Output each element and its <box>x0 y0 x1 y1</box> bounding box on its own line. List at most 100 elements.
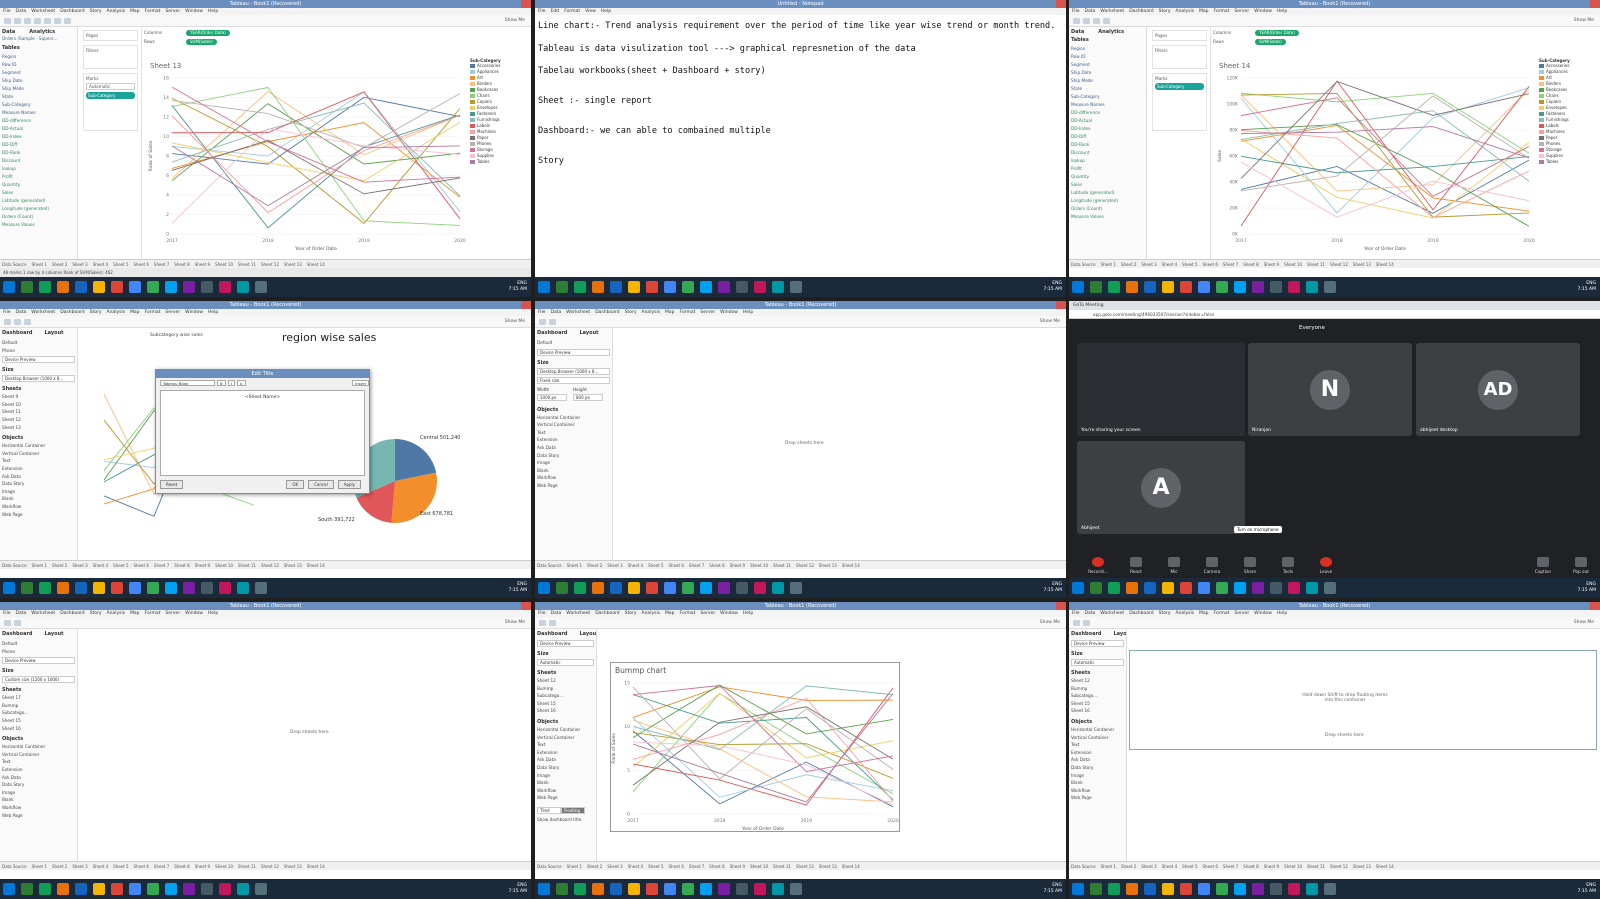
field-item[interactable]: Text <box>1071 741 1124 749</box>
sheet-tab[interactable]: Sheet 14 <box>307 262 325 267</box>
sheet-tab[interactable]: Sheet 13 <box>1353 262 1371 267</box>
sheet-tab[interactable]: Sheet 5 <box>1182 262 1197 267</box>
field-item[interactable]: Horizontal Container <box>537 726 594 734</box>
menu-item[interactable]: File <box>3 310 11 315</box>
sheet-tab[interactable]: Sheet 7 <box>1223 262 1238 267</box>
taskbar-app-icon[interactable] <box>682 582 694 594</box>
close-button[interactable] <box>1056 0 1066 8</box>
taskbar-app-icon[interactable] <box>21 582 33 594</box>
menu-item[interactable]: Map <box>1199 9 1209 14</box>
layout-tab[interactable]: Layout <box>1114 631 1127 637</box>
taskbar-app-icon[interactable] <box>1270 582 1282 594</box>
field-item[interactable]: Web Page <box>2 812 75 820</box>
field-item[interactable]: Workflow <box>1071 787 1124 795</box>
maximize-button[interactable] <box>1580 602 1590 610</box>
sheet-tab[interactable]: Data Source <box>2 262 27 267</box>
sheet-tab[interactable]: Sheet 10 <box>750 864 768 869</box>
taskbar-app-icon[interactable] <box>718 883 730 895</box>
columns-pill[interactable]: YEAR(Order Date) <box>186 29 230 36</box>
field-item[interactable]: Text <box>537 429 610 437</box>
close-button[interactable] <box>1590 602 1600 610</box>
field-item[interactable]: Sheet 16 <box>2 725 75 733</box>
taskbar-app-icon[interactable] <box>592 582 604 594</box>
field-item[interactable]: Data Story <box>537 452 610 460</box>
taskbar-app-icon[interactable] <box>700 582 712 594</box>
taskbar-app-icon[interactable] <box>1144 582 1156 594</box>
minimize-button[interactable] <box>1036 301 1046 309</box>
field-item[interactable]: Sheet 9 <box>2 393 75 401</box>
field-item[interactable]: Measure Values <box>1071 213 1144 221</box>
field-item[interactable]: Segment <box>2 69 75 77</box>
sheet-tab[interactable]: Sheet 11 <box>1307 262 1325 267</box>
layout-tab[interactable]: Layout <box>45 631 64 637</box>
taskbar-app-icon[interactable] <box>628 883 640 895</box>
dashboard-tab[interactable]: Dashboard <box>2 631 33 637</box>
maximize-button[interactable] <box>511 301 521 309</box>
marks-type-select[interactable]: Automatic <box>86 83 135 90</box>
taskbar-app-icon[interactable] <box>700 281 712 293</box>
sheet-tab[interactable]: Sheet 10 <box>215 864 233 869</box>
reset-button[interactable]: Reset <box>160 480 184 489</box>
bump-chart[interactable]: 0 5 10 15 2017 2018 2019 2020 Year of Order Date… <box>611 677 899 833</box>
redo-icon[interactable] <box>1083 619 1090 626</box>
maximize-button[interactable] <box>511 0 521 8</box>
field-item[interactable]: Workflow <box>537 474 610 482</box>
taskbar-app-icon[interactable] <box>664 582 676 594</box>
sheet-tab[interactable]: Sheet 6 <box>1203 864 1218 869</box>
taskbar-app-icon[interactable] <box>664 883 676 895</box>
field-item[interactable]: Sheet 13 <box>2 424 75 432</box>
field-item[interactable]: Measure Values <box>2 221 75 229</box>
field-item[interactable]: Segment <box>1071 61 1144 69</box>
taskbar-app-icon[interactable] <box>129 883 141 895</box>
taskbar-app-icon[interactable] <box>736 582 748 594</box>
taskbar-app-icon[interactable] <box>1324 582 1336 594</box>
sheet-tab[interactable]: Sheet 4 <box>93 864 108 869</box>
size-select[interactable]: Automatic <box>537 659 594 666</box>
taskbar-app-icon[interactable] <box>111 883 123 895</box>
sheet-tab[interactable]: Sheet 2 <box>52 262 67 267</box>
taskbar-app-icon[interactable] <box>1072 883 1084 895</box>
field-item[interactable]: Sheet 12 <box>1071 677 1124 685</box>
field-item[interactable]: Measure Names <box>1071 101 1144 109</box>
taskbar-app-icon[interactable] <box>790 281 802 293</box>
sheet-tab[interactable]: Sheet 7 <box>154 262 169 267</box>
field-item[interactable]: Web Page <box>1071 794 1124 802</box>
menu-item[interactable]: Story <box>625 611 637 616</box>
cancel-button[interactable]: Cancel <box>308 480 334 489</box>
sheet-tab[interactable]: Sheet 12 <box>261 864 279 869</box>
undo-icon[interactable] <box>1073 619 1080 626</box>
field-item[interactable]: Extension <box>2 766 75 774</box>
maximize-button[interactable] <box>1580 0 1590 8</box>
sheet-tab[interactable]: Sheet 14 <box>842 864 860 869</box>
marks-color-pill[interactable]: Sub-Category <box>86 92 135 99</box>
taskbar-app-icon[interactable] <box>1306 281 1318 293</box>
taskbar-app-icon[interactable] <box>700 883 712 895</box>
field-item[interactable]: State <box>2 93 75 101</box>
taskbar-app-icon[interactable] <box>1108 582 1120 594</box>
insert-menu[interactable]: Insert <box>352 380 369 386</box>
taskbar-app-icon[interactable] <box>1288 582 1300 594</box>
field-item[interactable]: Sheet 15 <box>1071 700 1124 708</box>
field-item[interactable]: Region <box>2 53 75 61</box>
sheet-tab[interactable]: Sheet 11 <box>238 864 256 869</box>
taskbar-app-icon[interactable] <box>574 281 586 293</box>
menu-item[interactable]: Analysis <box>107 9 126 14</box>
taskbar-app-icon[interactable] <box>646 281 658 293</box>
swap-icon[interactable] <box>44 17 51 24</box>
minimize-button[interactable] <box>1036 602 1046 610</box>
taskbar-app-icon[interactable] <box>1198 582 1210 594</box>
menu-item[interactable]: Format <box>145 611 161 616</box>
taskbar-app-icon[interactable] <box>1090 281 1102 293</box>
sheet-tab[interactable]: Sheet 10 <box>1284 864 1302 869</box>
sheet-tab[interactable]: Sheet 7 <box>1223 864 1238 869</box>
menu-item[interactable]: Server <box>1234 9 1249 14</box>
minimize-button[interactable] <box>1036 0 1046 8</box>
menu-item[interactable]: Help <box>601 9 611 14</box>
menu-item[interactable]: Data <box>16 611 27 616</box>
field-item[interactable]: DD-Index <box>2 133 75 141</box>
device-default[interactable]: Default <box>537 339 610 347</box>
menu-item[interactable]: Map <box>130 611 140 616</box>
taskbar-app-icon[interactable] <box>1252 582 1264 594</box>
sheet-tab[interactable]: Sheet 8 <box>174 864 189 869</box>
field-item[interactable]: Data Story <box>2 480 75 488</box>
